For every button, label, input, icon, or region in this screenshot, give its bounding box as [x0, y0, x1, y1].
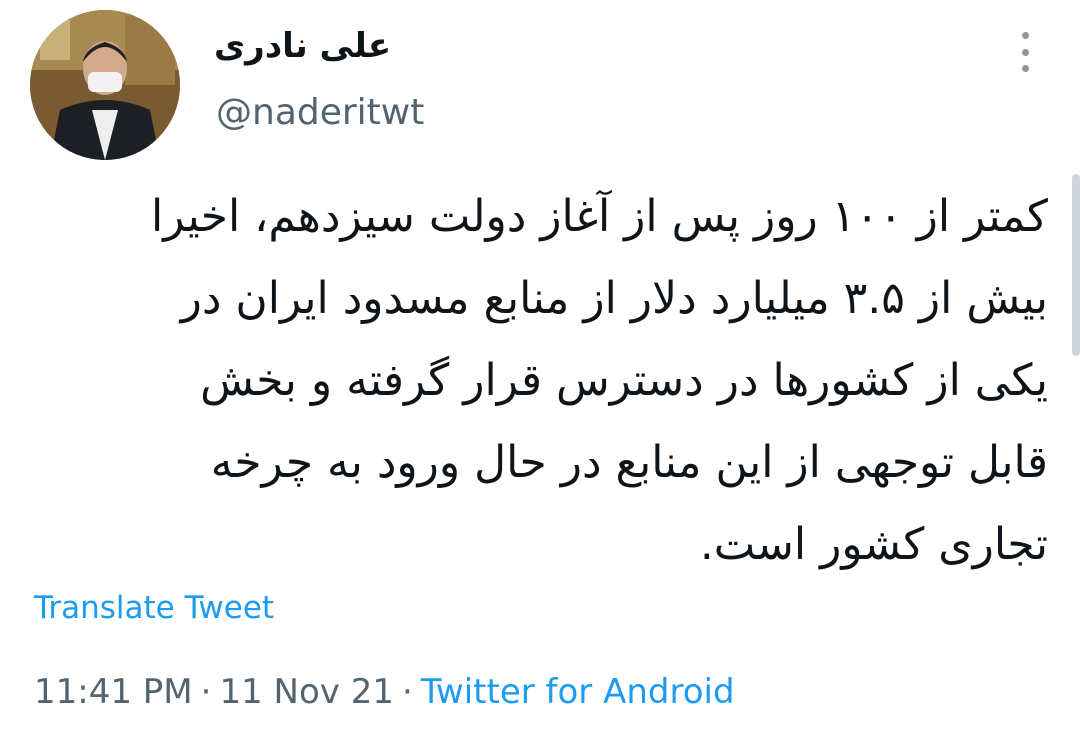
- tweet-text-line: بیش از ۳.۵ میلیارد دلار از منابع مسدود ا…: [180, 273, 1048, 324]
- meta-separator: ·: [200, 672, 212, 712]
- tweet-text-line: یکی از کشورها در دسترس قرار گرفته و بخش: [200, 355, 1048, 406]
- more-dot-icon: [1021, 65, 1029, 72]
- scrollbar[interactable]: [1072, 174, 1080, 356]
- tweet-text: کمتر از ۱۰۰ روز پس از آغاز دولت سیزدهم، …: [28, 176, 1048, 586]
- tweet-text-line: تجاری کشور است.: [699, 519, 1048, 570]
- tweet-text-line: قابل توجهی از این منابع در حال ورود به چ…: [210, 437, 1048, 488]
- more-dot-icon: [1021, 48, 1029, 56]
- more-dot-icon: [1021, 32, 1029, 39]
- meta-separator: ·: [401, 672, 413, 712]
- tweet-date[interactable]: 11 Nov 21: [219, 672, 394, 712]
- user-handle[interactable]: @naderitwt: [216, 92, 424, 133]
- display-name[interactable]: علی نادری: [214, 26, 391, 66]
- tweet-time[interactable]: 11:41 PM: [34, 672, 193, 712]
- avatar[interactable]: [30, 10, 180, 160]
- more-options-button[interactable]: [1010, 32, 1040, 72]
- tweet-source-link[interactable]: Twitter for Android: [421, 672, 735, 712]
- translate-tweet-link[interactable]: Translate Tweet: [34, 590, 274, 626]
- avatar-image: [30, 10, 180, 160]
- tweet-meta: 11:41 PM · 11 Nov 21 · Twitter for Android: [34, 672, 735, 712]
- tweet-text-line: کمتر از ۱۰۰ روز پس از آغاز دولت سیزدهم، …: [150, 191, 1048, 242]
